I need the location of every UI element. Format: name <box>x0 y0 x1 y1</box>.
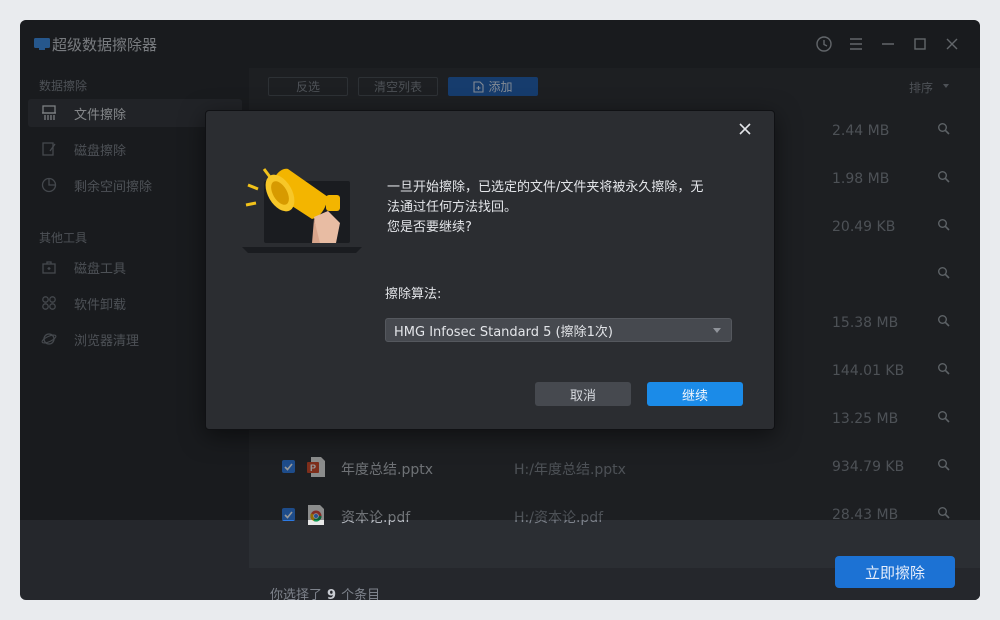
selection-count: 9 <box>327 588 337 600</box>
confirm-dialog: 一旦开始擦除，已选定的文件/文件夹将被永久擦除，无 法通过任何方法找回。 您是否… <box>205 110 775 430</box>
continue-button[interactable]: 继续 <box>647 382 743 406</box>
algorithm-label: 擦除算法: <box>385 287 442 302</box>
erase-now-button[interactable]: 立即擦除 <box>835 556 955 588</box>
megaphone-illustration <box>242 168 362 253</box>
close-icon[interactable] <box>737 121 753 137</box>
selection-count-text: 你选择了 9 个条目 <box>270 584 380 600</box>
chevron-down-icon <box>713 328 721 333</box>
dialog-message: 一旦开始擦除，已选定的文件/文件夹将被永久擦除，无 法通过任何方法找回。 您是否… <box>387 180 704 235</box>
algorithm-select[interactable]: HMG Infosec Standard 5 (擦除1次) <box>385 318 732 342</box>
cancel-button[interactable]: 取消 <box>535 382 631 406</box>
algorithm-value: HMG Infosec Standard 5 (擦除1次) <box>394 324 613 340</box>
